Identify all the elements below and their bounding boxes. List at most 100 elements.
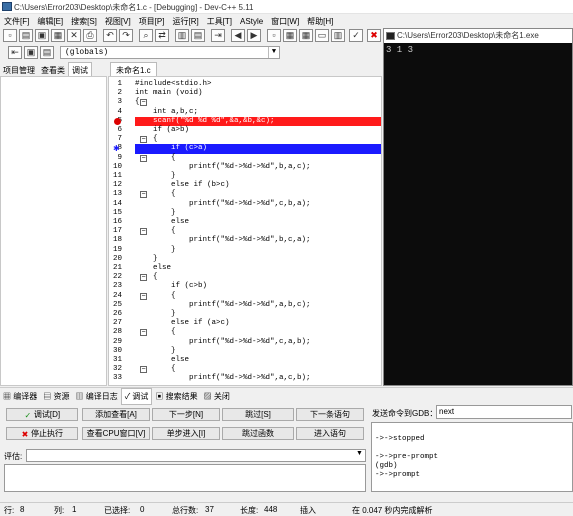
menu-view[interactable]: 视图[V]: [101, 14, 135, 27]
code-line: printf("%d->%d->%d",a,c,b);: [135, 374, 311, 383]
menu-project[interactable]: 项目[P]: [135, 14, 169, 27]
status-row: 8: [20, 505, 25, 514]
breakpoint-icon[interactable]: [114, 117, 121, 125]
save-all-icon[interactable]: ▦: [51, 29, 65, 42]
tile-icon[interactable]: ▥: [331, 29, 345, 42]
gdb-output-line: (gdb): [375, 462, 398, 470]
run-icon[interactable]: ▤: [191, 29, 205, 42]
line-number: 14: [112, 199, 122, 208]
tab-compile-log[interactable]: ▥ 编译日志: [72, 389, 120, 404]
line-number: 6: [117, 126, 122, 134]
code-line: }: [135, 254, 158, 263]
stop-icon: ✖: [21, 430, 29, 439]
menu-search[interactable]: 搜索[S]: [67, 14, 101, 27]
code-line: #include<stdio.h>: [135, 80, 212, 88]
stop-execution-button[interactable]: ✖ 停止执行: [6, 427, 78, 440]
back-icon[interactable]: ◀: [231, 29, 245, 42]
menu-astyle[interactable]: AStyle: [236, 15, 267, 26]
undo-icon[interactable]: ↶: [103, 29, 117, 42]
tab-close[interactable]: ▨ 关闭: [201, 389, 233, 404]
step-into-statement-button[interactable]: 进入语句: [296, 427, 364, 440]
code-line: else if (a>c): [135, 319, 230, 328]
code-line: {: [135, 365, 176, 374]
status-parse-time: 在 0.047 秒内完成解析: [352, 506, 433, 515]
redo-icon[interactable]: ↷: [119, 29, 133, 42]
line-number: 28: [112, 328, 122, 337]
skip-button[interactable]: 跳过[S]: [222, 408, 294, 421]
toggle-comment-icon[interactable]: ▫: [267, 29, 281, 42]
console-window[interactable]: C:\Users\Error203\Desktop\未命名1.exe 3 1 3: [383, 28, 573, 386]
line-number: 19: [112, 245, 122, 254]
line-number: 4: [117, 107, 122, 116]
menu-edit[interactable]: 编辑[E]: [33, 14, 67, 27]
code-line: }: [135, 346, 176, 355]
close-file-icon[interactable]: ✕: [67, 29, 81, 42]
replace-icon[interactable]: ⇄: [155, 29, 169, 42]
line-gutter[interactable]: 12345678✱9101112131415161718192021222324…: [109, 77, 124, 385]
line-number: 7: [117, 135, 122, 144]
tab-compiler[interactable]: ▦ 编译器: [0, 389, 40, 404]
code-line: {: [135, 291, 176, 300]
scope-select-value: (globals): [65, 48, 109, 57]
window-icon[interactable]: ▭: [315, 29, 329, 42]
menu-window[interactable]: 窗口[W]: [267, 14, 303, 27]
tab-resources[interactable]: ▤ 资源: [40, 389, 72, 404]
code-line: int a,b,c;: [135, 107, 199, 116]
save-icon[interactable]: ▣: [35, 29, 49, 42]
tab-search-results[interactable]: ▣ 搜索结果: [152, 389, 200, 404]
new-file-icon[interactable]: ▫: [3, 29, 17, 42]
code-editor[interactable]: 12345678✱9101112131415161718192021222324…: [108, 76, 382, 386]
layout-icon[interactable]: ▦: [283, 29, 297, 42]
left-panel-tabs: 项目管理 查看类 调试: [0, 62, 108, 78]
debug-watch-panel[interactable]: [0, 76, 107, 386]
next-step-button[interactable]: 下一步[N]: [152, 408, 220, 421]
console-title: C:\Users\Error203\Desktop\未命名1.exe: [384, 29, 572, 43]
eval-result-area[interactable]: [4, 464, 366, 492]
check-syntax-icon[interactable]: ✓: [349, 29, 363, 42]
bookmark-icon[interactable]: ▣: [24, 46, 38, 59]
next-statement-button[interactable]: 下一条语句: [296, 408, 364, 421]
find-icon[interactable]: ⌕: [139, 29, 153, 42]
forward-icon[interactable]: ▶: [247, 29, 261, 42]
eval-input[interactable]: ▼: [26, 449, 366, 462]
status-bar: 行: 8 列: 1 已选择: 0 总行数: 37 长度: 448 插入 在 0.…: [0, 502, 573, 516]
compile-icon[interactable]: ▥: [175, 29, 189, 42]
gdb-output[interactable]: ->->stopped ->->pre-prompt (gdb) ->->pro…: [371, 422, 573, 492]
code-line: printf("%d->%d->%d",c,b,a);: [135, 199, 311, 208]
gdb-command-input[interactable]: next: [436, 405, 572, 419]
menu-run[interactable]: 运行[R]: [168, 14, 202, 27]
skip-function-button[interactable]: 跳过函数: [222, 427, 294, 440]
step-into-button[interactable]: 单步进入[I]: [152, 427, 220, 440]
debug-button[interactable]: ✓ 调试[D]: [6, 408, 78, 421]
menu-help[interactable]: 帮助[H]: [303, 14, 337, 27]
editor-tabs: 未命名1.c: [110, 62, 382, 78]
code-line: }: [135, 208, 176, 217]
indent-icon[interactable]: ⇥: [211, 29, 225, 42]
grid-icon[interactable]: ▦: [299, 29, 313, 42]
code-line: if (c>b): [135, 282, 208, 291]
line-number: 31: [112, 356, 122, 364]
open-file-icon[interactable]: ▤: [19, 29, 33, 42]
eval-label: 评估:: [4, 452, 23, 461]
line-number: 26: [112, 310, 122, 318]
goto-icon[interactable]: ⇤: [8, 46, 22, 59]
line-number: 18: [112, 236, 122, 245]
cpu-window-button[interactable]: 查看CPU窗口[V]: [82, 427, 150, 440]
goto-bookmark-icon[interactable]: ▤: [40, 46, 54, 59]
gdb-output-line: ->->pre-prompt: [375, 453, 439, 461]
code-line: scanf("%d %d %d",&a,&b,&c);: [135, 116, 381, 126]
scope-select[interactable]: (globals) ▼: [60, 46, 280, 59]
status-total: 37: [205, 505, 214, 514]
code-line: else: [135, 356, 190, 364]
line-number: 15: [112, 208, 122, 217]
gdb-output-line: [375, 426, 569, 435]
menu-tools[interactable]: 工具[T]: [203, 14, 236, 27]
menu-file[interactable]: 文件[F]: [0, 14, 33, 27]
tab-debug-bottom[interactable]: ✓ 调试: [120, 388, 153, 405]
line-number: 2: [117, 89, 122, 98]
print-icon[interactable]: ⎙: [83, 29, 97, 42]
chevron-down-icon: ▼: [268, 47, 279, 58]
line-number: 25: [112, 300, 122, 309]
add-watch-button[interactable]: 添加查看[A]: [82, 408, 150, 421]
stop-icon[interactable]: ✖: [367, 29, 381, 42]
